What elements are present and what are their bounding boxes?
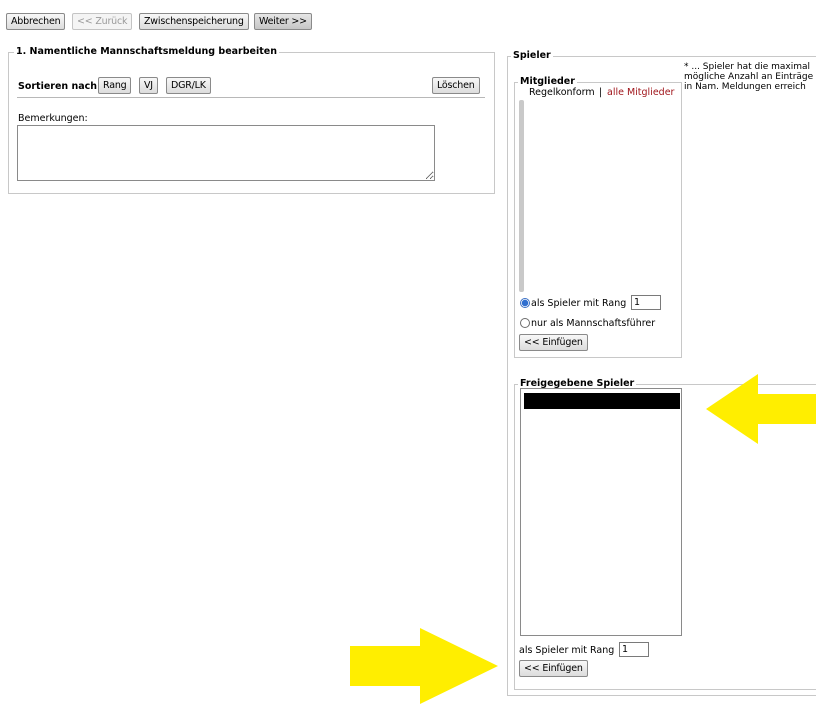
team-entry-legend: 1. Namentliche Mannschaftsmeldung bearbe… — [14, 46, 279, 57]
left-pointing-arrow-icon — [706, 374, 816, 444]
note-line-1: * ... Spieler hat die maximal — [684, 62, 810, 72]
note-line-3: in Nam. Meldungen erreich — [684, 82, 806, 92]
members-list-scrollbar[interactable] — [519, 100, 524, 292]
members-insert-button[interactable]: << Einfügen — [519, 334, 588, 351]
members-fieldset — [514, 82, 682, 358]
selected-list-item[interactable] — [524, 393, 680, 409]
back-button[interactable]: << Zurück — [72, 13, 133, 30]
filter-separator: | — [599, 87, 603, 98]
remarks-label: Bemerkungen: — [18, 113, 88, 124]
captain-only-radio[interactable] — [520, 318, 530, 328]
filter-all-members-link[interactable]: alle Mitglieder — [607, 87, 674, 98]
divider — [17, 97, 485, 98]
note-line-2: mögliche Anzahl an Einträge — [684, 72, 814, 82]
player-rank-radio[interactable] — [520, 298, 530, 308]
right-pointing-arrow-icon — [350, 628, 498, 704]
captain-only-radio-label: nur als Mannschaftsführer — [531, 318, 656, 329]
sort-rank-button[interactable]: Rang — [98, 77, 132, 94]
members-rank-input[interactable]: 1 — [631, 295, 661, 310]
remarks-textarea[interactable] — [17, 125, 435, 181]
released-players-list[interactable] — [520, 388, 682, 636]
save-draft-button[interactable]: Zwischenspeicherung — [139, 13, 249, 30]
released-rank-input[interactable]: 1 — [619, 642, 649, 657]
released-insert-button[interactable]: << Einfügen — [519, 660, 588, 677]
members-legend: Mitglieder — [518, 76, 577, 87]
player-rank-radio-label: als Spieler mit Rang — [531, 298, 627, 309]
cancel-button[interactable]: Abbrechen — [6, 13, 66, 30]
next-button[interactable]: Weiter >> — [254, 13, 312, 30]
delete-button[interactable]: Löschen — [432, 77, 480, 94]
filter-conform-link[interactable]: Regelkonform — [529, 87, 595, 98]
sort-label: Sortieren nach: — [18, 81, 101, 92]
sort-dgr-button[interactable]: DGR/LK — [166, 77, 211, 94]
sort-vj-button[interactable]: VJ — [139, 77, 158, 94]
players-legend: Spieler — [511, 50, 553, 61]
released-rank-label: als Spieler mit Rang — [519, 645, 615, 656]
